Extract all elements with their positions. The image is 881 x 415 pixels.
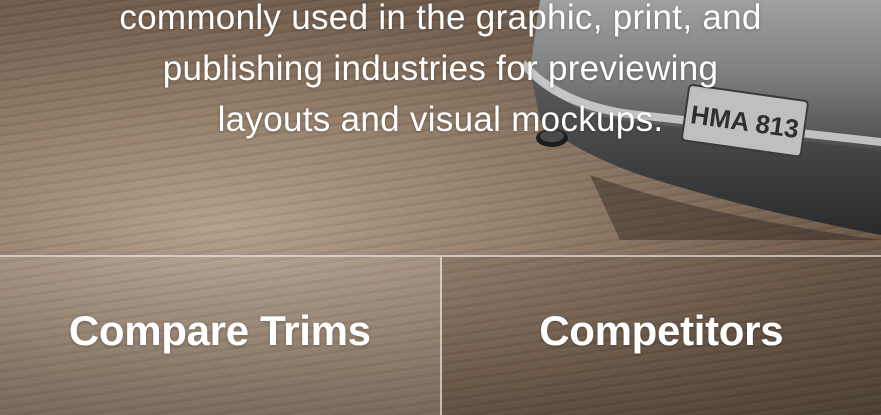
compare-trims-button[interactable]: Compare Trims bbox=[0, 257, 442, 415]
nav-tiles: Compare Trims Competitors bbox=[0, 255, 881, 415]
hero-description: commonly used in the graphic, print, and… bbox=[0, 0, 881, 145]
hero-description-line: commonly used in the graphic, print, and bbox=[119, 0, 762, 37]
hero-description-line: layouts and visual mockups. bbox=[217, 100, 664, 139]
hero-description-line: publishing industries for previewing bbox=[162, 49, 719, 88]
competitors-button[interactable]: Competitors bbox=[441, 257, 881, 415]
competitors-label: Competitors bbox=[539, 307, 784, 354]
hero-banner: HMA 813 commonly used in the graphic, pr… bbox=[0, 0, 881, 415]
compare-trims-label: Compare Trims bbox=[68, 307, 371, 354]
